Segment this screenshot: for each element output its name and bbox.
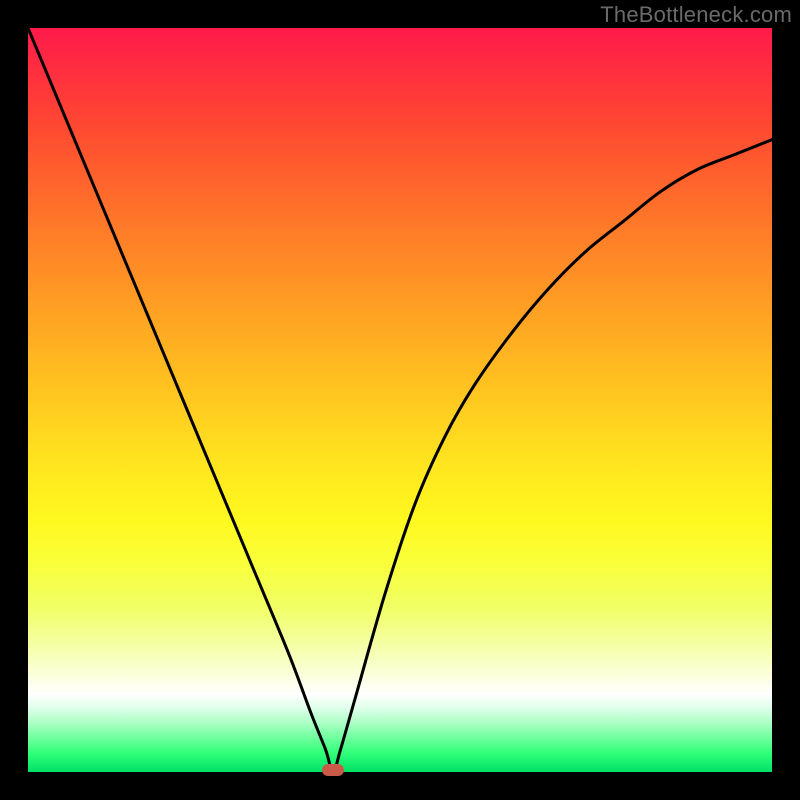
watermark-text: TheBottleneck.com bbox=[600, 2, 792, 28]
plot-area bbox=[28, 28, 772, 772]
chart-frame: TheBottleneck.com bbox=[0, 0, 800, 800]
bottleneck-marker bbox=[322, 764, 344, 776]
bottleneck-curve bbox=[28, 28, 772, 772]
